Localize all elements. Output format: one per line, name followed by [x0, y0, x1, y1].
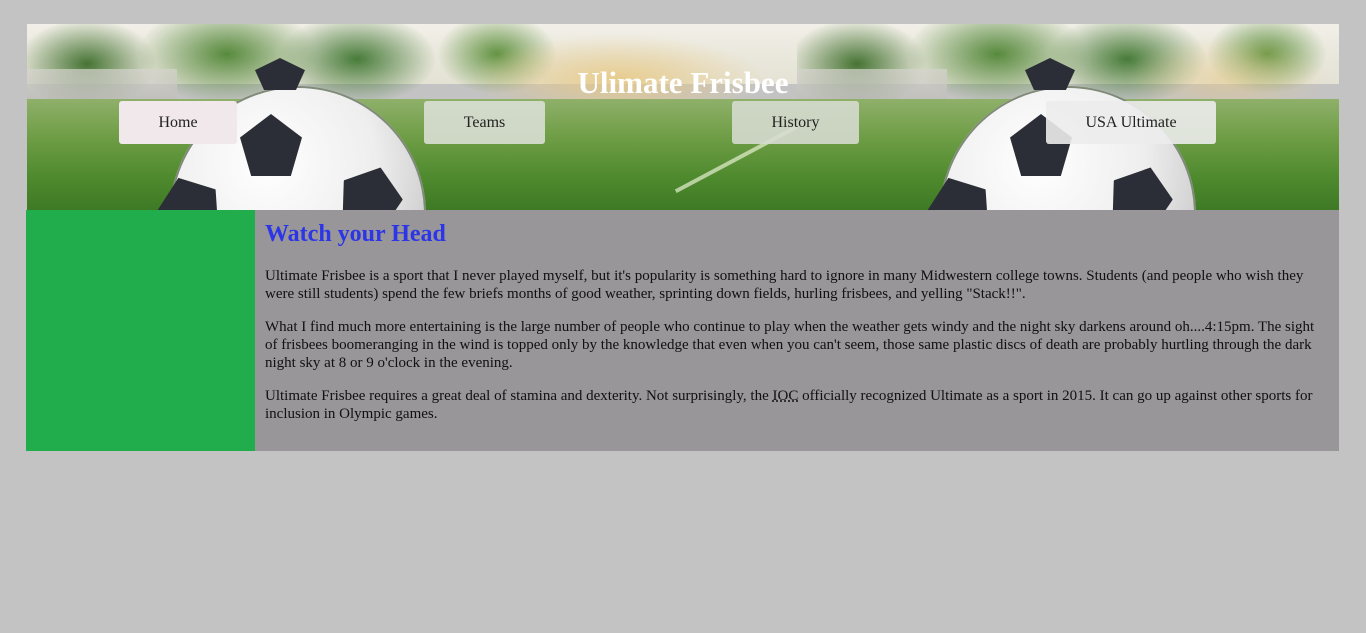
nav-history-button[interactable]: History	[732, 101, 859, 144]
sidebar	[26, 210, 255, 451]
article-paragraph-3: Ultimate Frisbee requires a great deal o…	[265, 387, 1329, 423]
nav-teams-button[interactable]: Teams	[424, 101, 545, 144]
article-paragraph-1: Ultimate Frisbee is a sport that I never…	[265, 268, 1304, 302]
article-heading: Watch your Head	[265, 221, 446, 247]
paragraph-3-text-start: Ultimate Frisbee requires a great deal o…	[265, 388, 773, 404]
nav-home-button[interactable]: Home	[119, 101, 237, 144]
ioc-abbreviation: IOC	[772, 388, 799, 404]
article-paragraph-2: What I find much more entertaining is th…	[265, 319, 1315, 371]
site-title: Ulimate Frisbee	[577, 65, 789, 100]
main-content: Watch your Head Ultimate Frisbee is a sp…	[255, 210, 1339, 451]
nav-usa-ultimate-button[interactable]: USA Ultimate	[1046, 101, 1216, 144]
